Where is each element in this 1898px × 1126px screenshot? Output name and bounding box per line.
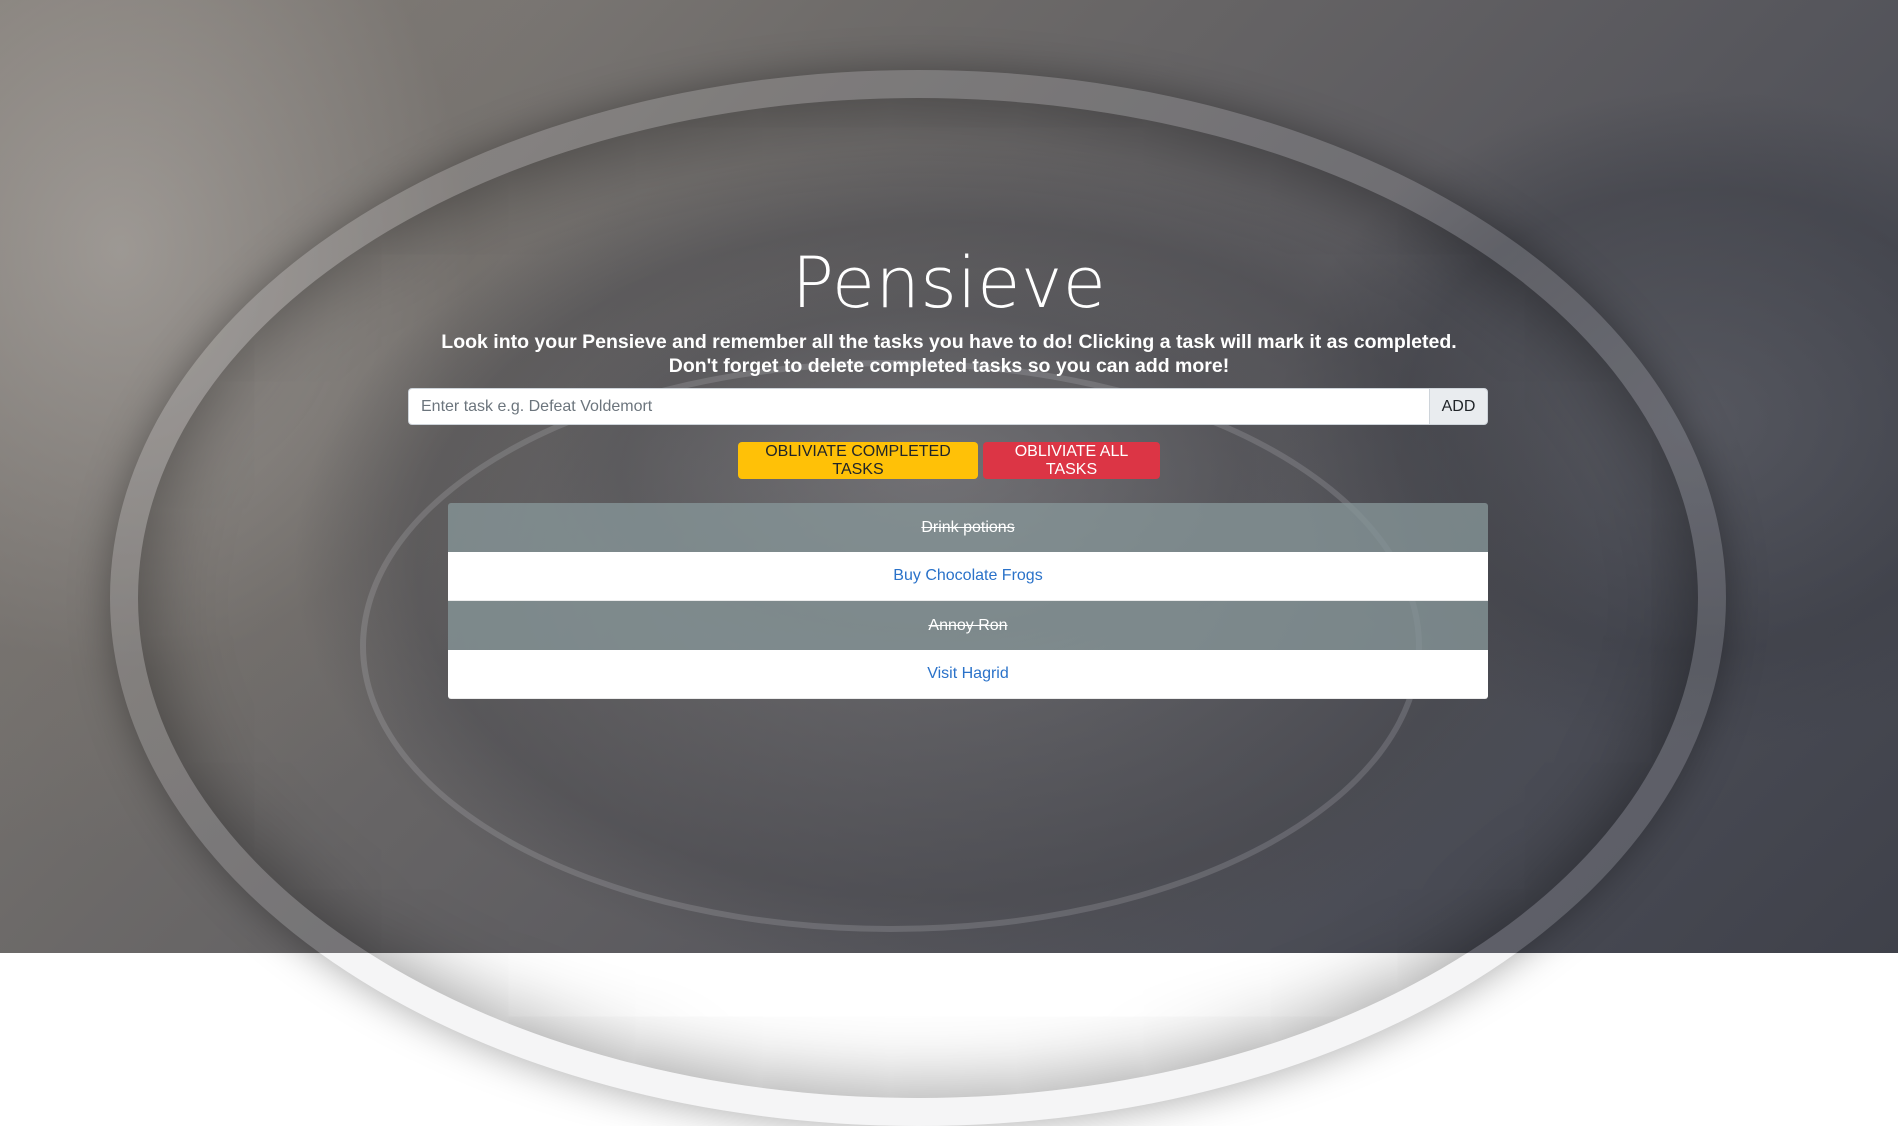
- page-subtitle: Look into your Pensieve and remember all…: [441, 331, 1457, 377]
- obliviate-all-button[interactable]: OBLIVIATE ALL TASKS: [983, 442, 1160, 479]
- task-item-visit-hagrid[interactable]: Visit Hagrid: [448, 650, 1488, 699]
- main-container: Pensieve Look into your Pensieve and rem…: [0, 0, 1898, 953]
- task-list: Drink potions Buy Chocolate Frogs Annoy …: [448, 503, 1488, 699]
- add-task-form: ADD: [408, 388, 1488, 425]
- task-item-drink-potions[interactable]: Drink potions: [448, 503, 1488, 552]
- action-buttons: OBLIVIATE COMPLETED TASKS OBLIVIATE ALL …: [0, 442, 1898, 479]
- task-input[interactable]: [408, 388, 1429, 425]
- page-title: Pensieve: [791, 242, 1107, 324]
- task-item-buy-chocolate-frogs[interactable]: Buy Chocolate Frogs: [448, 552, 1488, 601]
- task-item-annoy-ron[interactable]: Annoy Ron: [448, 601, 1488, 650]
- obliviate-completed-button[interactable]: OBLIVIATE COMPLETED TASKS: [738, 442, 978, 479]
- add-task-button[interactable]: ADD: [1429, 388, 1488, 425]
